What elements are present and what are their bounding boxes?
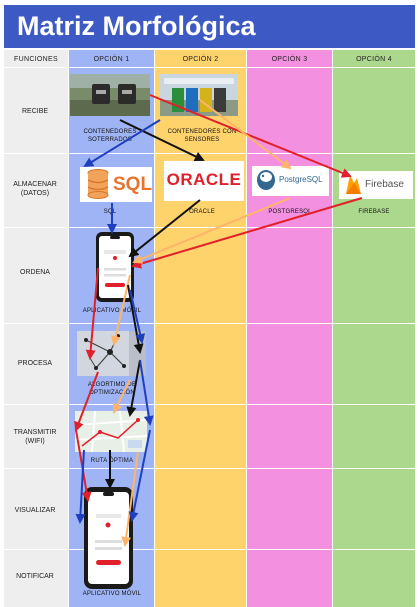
arrows-layer	[74, 94, 363, 547]
arrow-black-algoritmo-ruta	[126, 359, 141, 417]
arrow-orange-postgres-app	[132, 197, 291, 264]
arrow-red-firebase-app	[131, 197, 363, 269]
arrow-red-algoritmo-ruta	[74, 371, 99, 432]
arrow-black-oracle-app	[128, 199, 201, 258]
arrow-red-soterrados-firebase	[149, 94, 352, 178]
arrow-black-soterrados-oracle	[119, 119, 205, 162]
arrow-blue-sensores-sql	[83, 119, 161, 168]
arrow-red-app-algoritmo	[85, 267, 99, 360]
arrow-black-app-algoritmo	[127, 284, 144, 354]
arrow-orange-algoritmo-ruta	[113, 379, 131, 414]
arrow-blue-algoritmo-ruta	[139, 359, 154, 426]
arrow-orange-sensores-postgres	[199, 99, 292, 170]
